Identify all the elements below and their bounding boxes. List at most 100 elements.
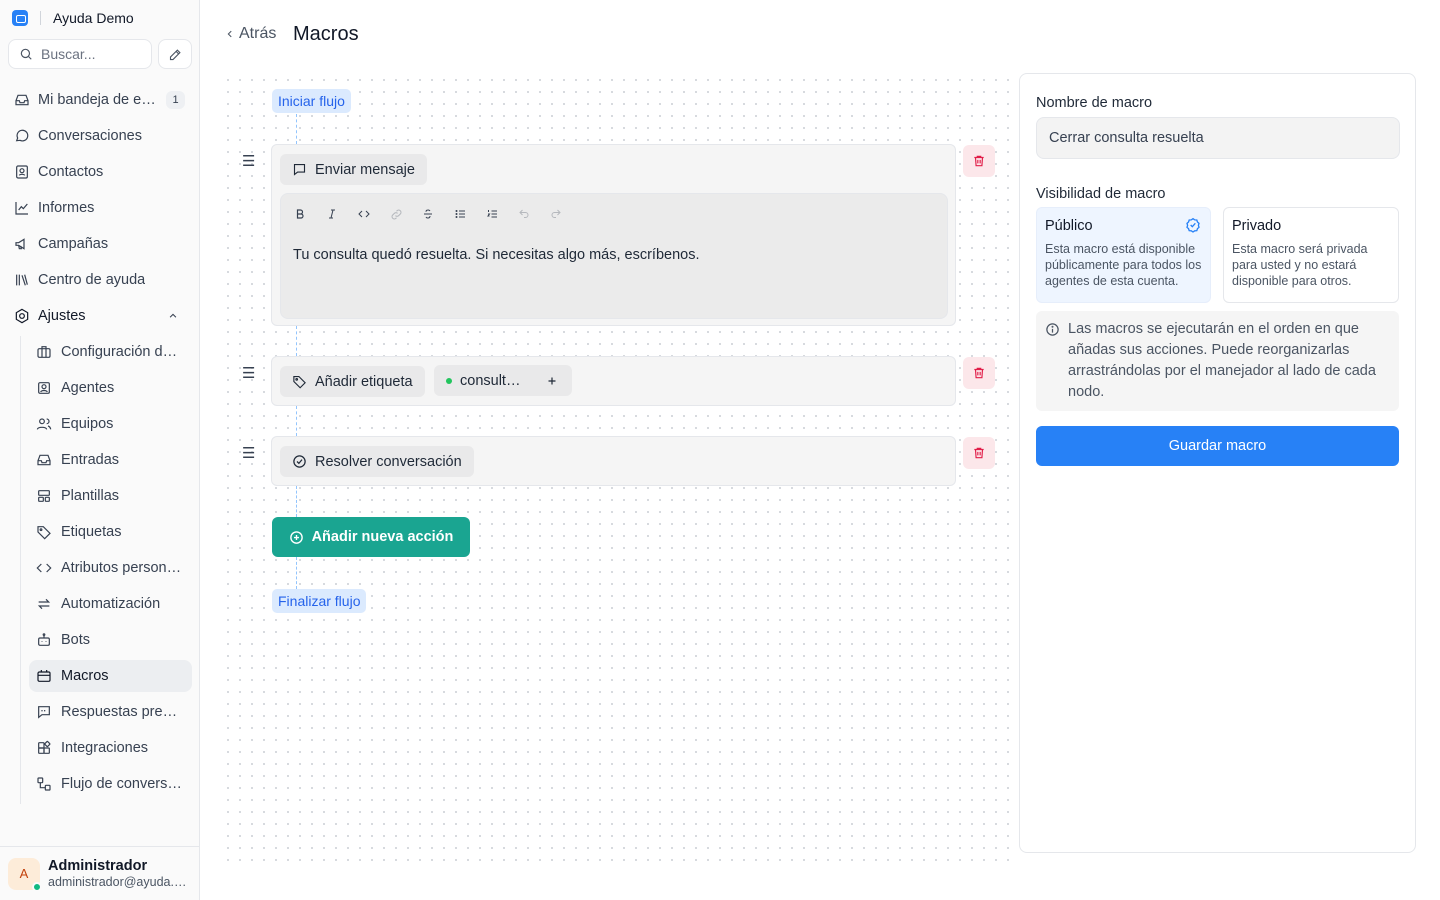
- main-nav: Mi bandeja de entrada 1 Conversaciones C…: [8, 84, 192, 336]
- megaphone-icon: [15, 238, 25, 250]
- connector: [296, 486, 297, 517]
- label-selector[interactable]: consulta-resuelta: [434, 365, 572, 396]
- chevron-left-icon: [227, 30, 232, 38]
- strikethrough-icon[interactable]: [419, 206, 437, 222]
- brand: Ayuda Demo: [12, 8, 134, 28]
- page-title: Macros: [293, 23, 359, 45]
- sidebar-item-conversation-flow[interactable]: Flujo de conversación: [29, 768, 192, 800]
- subnav-label: Macros: [61, 668, 109, 684]
- canned-response-icon: [38, 706, 50, 719]
- nav-item-inbox[interactable]: Mi bandeja de entrada 1: [8, 84, 192, 116]
- check-circle-icon: [293, 455, 306, 468]
- action-node-resolve: Resolver conversación: [271, 436, 956, 486]
- briefcase-icon: [37, 346, 51, 358]
- chat-bubble-icon: [15, 129, 29, 142]
- connector: [296, 114, 297, 144]
- label-color-dot: [446, 377, 452, 384]
- message-editor[interactable]: Tu consulta quedó resuelta. Si necesitas…: [280, 193, 948, 319]
- sidebar-item-inboxes[interactable]: Entradas: [29, 444, 192, 476]
- save-macro-button[interactable]: Guardar macro: [1036, 426, 1399, 466]
- plus-icon[interactable]: [546, 375, 558, 387]
- flow-icon: [37, 777, 51, 791]
- divider: [40, 11, 41, 25]
- flow-start-pill: Iniciar flujo: [272, 89, 351, 113]
- template-icon: [38, 490, 50, 502]
- connector: [296, 557, 297, 589]
- bold-icon[interactable]: [291, 206, 309, 222]
- trash-icon: [974, 447, 984, 459]
- nav-label: Contactos: [38, 164, 104, 180]
- account-name[interactable]: Ayuda Demo: [53, 10, 134, 26]
- italic-icon[interactable]: [323, 206, 341, 222]
- delete-action-button[interactable]: [963, 437, 995, 469]
- sidebar-item-custom-attributes[interactable]: Atributos personalizados: [29, 552, 192, 584]
- back-button[interactable]: Atrás: [225, 25, 276, 43]
- ordered-list-icon[interactable]: [483, 206, 501, 222]
- visibility-title: Público: [1045, 218, 1093, 234]
- inbox-icon: [15, 94, 29, 106]
- code-icon[interactable]: [355, 206, 373, 222]
- nav-label: Mi bandeja de entrada: [38, 92, 160, 108]
- sidebar-item-labels[interactable]: Etiquetas: [29, 516, 192, 548]
- macro-name-input[interactable]: [1036, 117, 1400, 159]
- code-icon: [36, 563, 52, 573]
- user-profile[interactable]: A Administrador administrador@ayuda.demo: [0, 846, 199, 900]
- sidebar-item-teams[interactable]: Equipos: [29, 408, 192, 440]
- nav-item-help-center[interactable]: Centro de ayuda: [8, 264, 192, 296]
- tag-icon: [37, 526, 51, 540]
- sidebar-item-account-settings[interactable]: Configuración de la cuenta: [29, 336, 192, 368]
- editor-toolbar: [291, 206, 565, 222]
- drag-handle-icon[interactable]: ☰: [242, 152, 255, 170]
- info-note: Las macros se ejecutarán en el orden en …: [1036, 311, 1399, 411]
- action-type-chip[interactable]: Resolver conversación: [280, 446, 474, 477]
- search-box[interactable]: [8, 39, 152, 69]
- message-text[interactable]: Tu consulta quedó resuelta. Si necesitas…: [293, 247, 700, 263]
- visibility-title: Privado: [1232, 218, 1282, 234]
- delete-action-button[interactable]: [963, 145, 995, 177]
- nav-item-reports[interactable]: Informes: [8, 192, 192, 224]
- visibility-option-public[interactable]: Público Esta macro está disponible públi…: [1036, 207, 1211, 303]
- add-action-button[interactable]: Añadir nueva acción: [272, 517, 470, 557]
- tag-icon: [293, 375, 306, 389]
- undo-icon: [515, 206, 533, 222]
- sidebar-item-bots[interactable]: Bots: [29, 624, 192, 656]
- visibility-option-private[interactable]: Privado Esta macro será privada para ust…: [1223, 207, 1399, 303]
- action-type-chip[interactable]: Enviar mensaje: [280, 154, 427, 185]
- bullet-list-icon[interactable]: [451, 206, 469, 222]
- search-input[interactable]: [41, 46, 141, 62]
- inbox-icon: [37, 454, 51, 466]
- nav-label: Campañas: [38, 236, 109, 252]
- sidebar-item-agents[interactable]: Agentes: [29, 372, 192, 404]
- sidebar-item-automation[interactable]: Automatización: [29, 588, 192, 620]
- trash-icon: [974, 155, 984, 167]
- user-name: Administrador: [48, 857, 148, 874]
- nav-item-settings[interactable]: Ajustes: [8, 300, 192, 332]
- avatar: A: [8, 857, 42, 892]
- compose-button[interactable]: [158, 39, 192, 69]
- settings-subnav: Configuración de la cuenta Agentes Equip…: [20, 336, 192, 804]
- subnav-label: Plantillas: [61, 488, 120, 504]
- nav-label: Informes: [38, 200, 95, 216]
- action-type-chip[interactable]: Añadir etiqueta: [280, 366, 425, 397]
- user-info: Administrador administrador@ayuda.demo: [48, 858, 190, 890]
- sidebar-item-templates[interactable]: Plantillas: [29, 480, 192, 512]
- sidebar-item-macros[interactable]: Macros: [29, 660, 192, 692]
- action-node-add-label: Añadir etiqueta: [271, 356, 956, 406]
- nav-item-contacts[interactable]: Contactos: [8, 156, 192, 188]
- subnav-label: Respuestas predefinidas: [61, 704, 183, 720]
- nav-item-conversations[interactable]: Conversaciones: [8, 120, 192, 152]
- chevron-up-icon: [169, 313, 177, 318]
- delete-action-button[interactable]: [963, 357, 995, 389]
- subnav-label: Agentes: [61, 380, 115, 396]
- sidebar-item-integrations[interactable]: Integraciones: [29, 732, 192, 764]
- settings-icon: [15, 308, 29, 324]
- drag-handle-icon[interactable]: ☰: [242, 364, 255, 382]
- nav-label: Ajustes: [38, 308, 86, 324]
- nav-item-campaigns[interactable]: Campañas: [8, 228, 192, 260]
- subnav-label: Equipos: [61, 416, 114, 432]
- sidebar-item-canned-responses[interactable]: Respuestas predefinidas: [29, 696, 192, 728]
- subnav-label: Bots: [61, 632, 91, 648]
- nav-label: Conversaciones: [38, 128, 142, 144]
- drag-handle-icon[interactable]: ☰: [242, 444, 255, 462]
- unread-badge: 1: [166, 91, 185, 109]
